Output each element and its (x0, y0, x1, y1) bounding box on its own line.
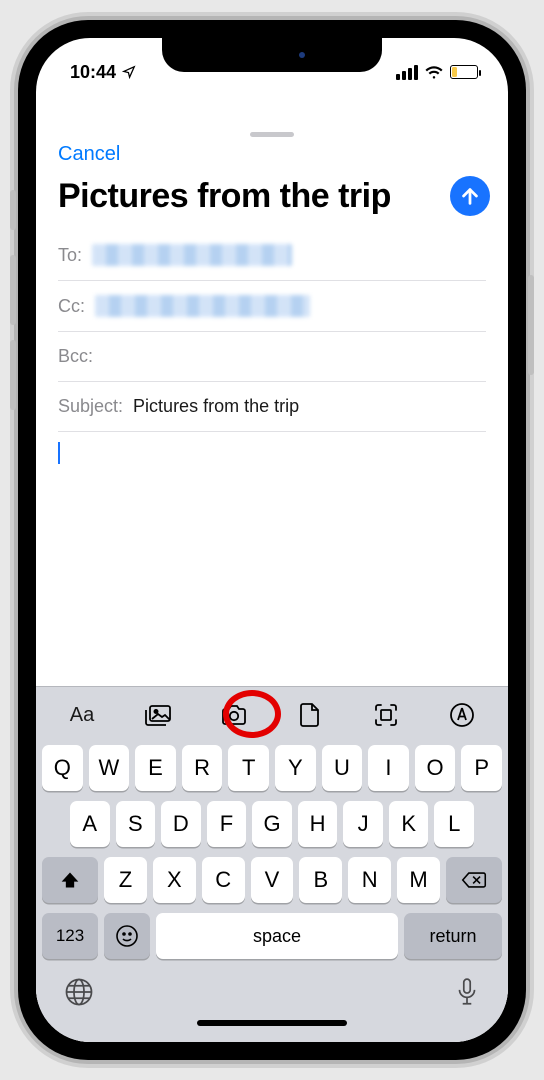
status-time: 10:44 (70, 62, 116, 83)
globe-button[interactable] (64, 977, 94, 1010)
document-button[interactable] (288, 699, 332, 731)
key-s[interactable]: S (116, 801, 156, 847)
shift-key[interactable] (42, 857, 98, 903)
compose-sheet: Cancel Pictures from the trip To: Cc: (36, 124, 508, 1042)
numbers-key[interactable]: 123 (42, 913, 98, 959)
document-icon (299, 702, 321, 728)
return-key[interactable]: return (404, 913, 502, 959)
emoji-icon (115, 924, 139, 948)
text-format-icon: Aa (70, 704, 94, 727)
key-t[interactable]: T (228, 745, 269, 791)
to-value-redacted (92, 244, 292, 266)
volume-up-button (10, 255, 16, 325)
key-n[interactable]: N (348, 857, 391, 903)
markup-icon (449, 702, 475, 728)
key-d[interactable]: D (161, 801, 201, 847)
bcc-label: Bcc: (58, 346, 93, 367)
keyboard-row-1: Q W E R T Y U I O P (42, 745, 502, 791)
mute-switch (10, 190, 16, 230)
key-i[interactable]: I (368, 745, 409, 791)
space-key[interactable]: space (156, 913, 398, 959)
key-b[interactable]: B (299, 857, 342, 903)
notch (162, 38, 382, 72)
phone-frame: 10:44 Cancel Pictures from the trip (18, 20, 526, 1060)
key-f[interactable]: F (207, 801, 247, 847)
to-field[interactable]: To: (58, 230, 486, 281)
key-p[interactable]: P (461, 745, 502, 791)
key-q[interactable]: Q (42, 745, 83, 791)
key-o[interactable]: O (415, 745, 456, 791)
text-cursor (58, 442, 60, 464)
volume-down-button (10, 340, 16, 410)
photo-library-icon (143, 703, 173, 727)
home-indicator[interactable] (197, 1020, 347, 1026)
key-m[interactable]: M (397, 857, 440, 903)
text-format-button[interactable]: Aa (60, 699, 104, 731)
compose-toolbar: Aa (36, 686, 508, 739)
cancel-button[interactable]: Cancel (36, 139, 508, 176)
cellular-icon (396, 65, 418, 80)
sheet-grabber[interactable] (250, 132, 294, 137)
globe-icon (64, 977, 94, 1007)
keyboard-row-2: A S D F G H J K L (42, 801, 502, 847)
battery-icon (450, 65, 478, 79)
key-g[interactable]: G (252, 801, 292, 847)
bcc-field[interactable]: Bcc: (58, 332, 486, 382)
keyboard-bottom-bar (36, 971, 508, 1014)
subject-value: Pictures from the trip (133, 396, 299, 417)
subject-label: Subject: (58, 396, 123, 417)
message-body[interactable] (36, 432, 508, 686)
photo-library-button[interactable] (136, 699, 180, 731)
send-button[interactable] (450, 176, 490, 216)
keyboard-row-4: 123 space return (42, 913, 502, 959)
markup-button[interactable] (440, 699, 484, 731)
key-w[interactable]: W (89, 745, 130, 791)
keyboard-row-3: Z X C V B N M (42, 857, 502, 903)
key-k[interactable]: K (389, 801, 429, 847)
microphone-icon (454, 977, 480, 1007)
compose-title: Pictures from the trip (58, 177, 442, 216)
backspace-key[interactable] (446, 857, 502, 903)
key-v[interactable]: V (251, 857, 294, 903)
key-x[interactable]: X (153, 857, 196, 903)
key-z[interactable]: Z (104, 857, 147, 903)
camera-icon (220, 704, 248, 726)
power-button (528, 275, 534, 375)
key-h[interactable]: H (298, 801, 338, 847)
key-r[interactable]: R (182, 745, 223, 791)
cc-field[interactable]: Cc: (58, 281, 486, 332)
key-j[interactable]: J (343, 801, 383, 847)
scan-button[interactable] (364, 699, 408, 731)
cc-value-redacted (95, 295, 310, 317)
key-u[interactable]: U (322, 745, 363, 791)
keyboard: Q W E R T Y U I O P A S D F G (36, 739, 508, 971)
subject-field[interactable]: Subject: Pictures from the trip (58, 382, 486, 432)
location-icon (122, 65, 136, 79)
arrow-up-icon (459, 185, 481, 207)
key-c[interactable]: C (202, 857, 245, 903)
home-indicator-area (36, 1014, 508, 1042)
to-label: To: (58, 245, 82, 266)
camera-button[interactable] (212, 699, 256, 731)
cc-label: Cc: (58, 296, 85, 317)
wifi-icon (424, 65, 444, 79)
key-e[interactable]: E (135, 745, 176, 791)
shift-icon (60, 870, 80, 890)
screen: 10:44 Cancel Pictures from the trip (36, 38, 508, 1042)
key-l[interactable]: L (434, 801, 474, 847)
key-a[interactable]: A (70, 801, 110, 847)
emoji-key[interactable] (104, 913, 150, 959)
dictation-button[interactable] (454, 977, 480, 1010)
backspace-icon (461, 870, 487, 890)
key-y[interactable]: Y (275, 745, 316, 791)
scan-icon (373, 702, 399, 728)
